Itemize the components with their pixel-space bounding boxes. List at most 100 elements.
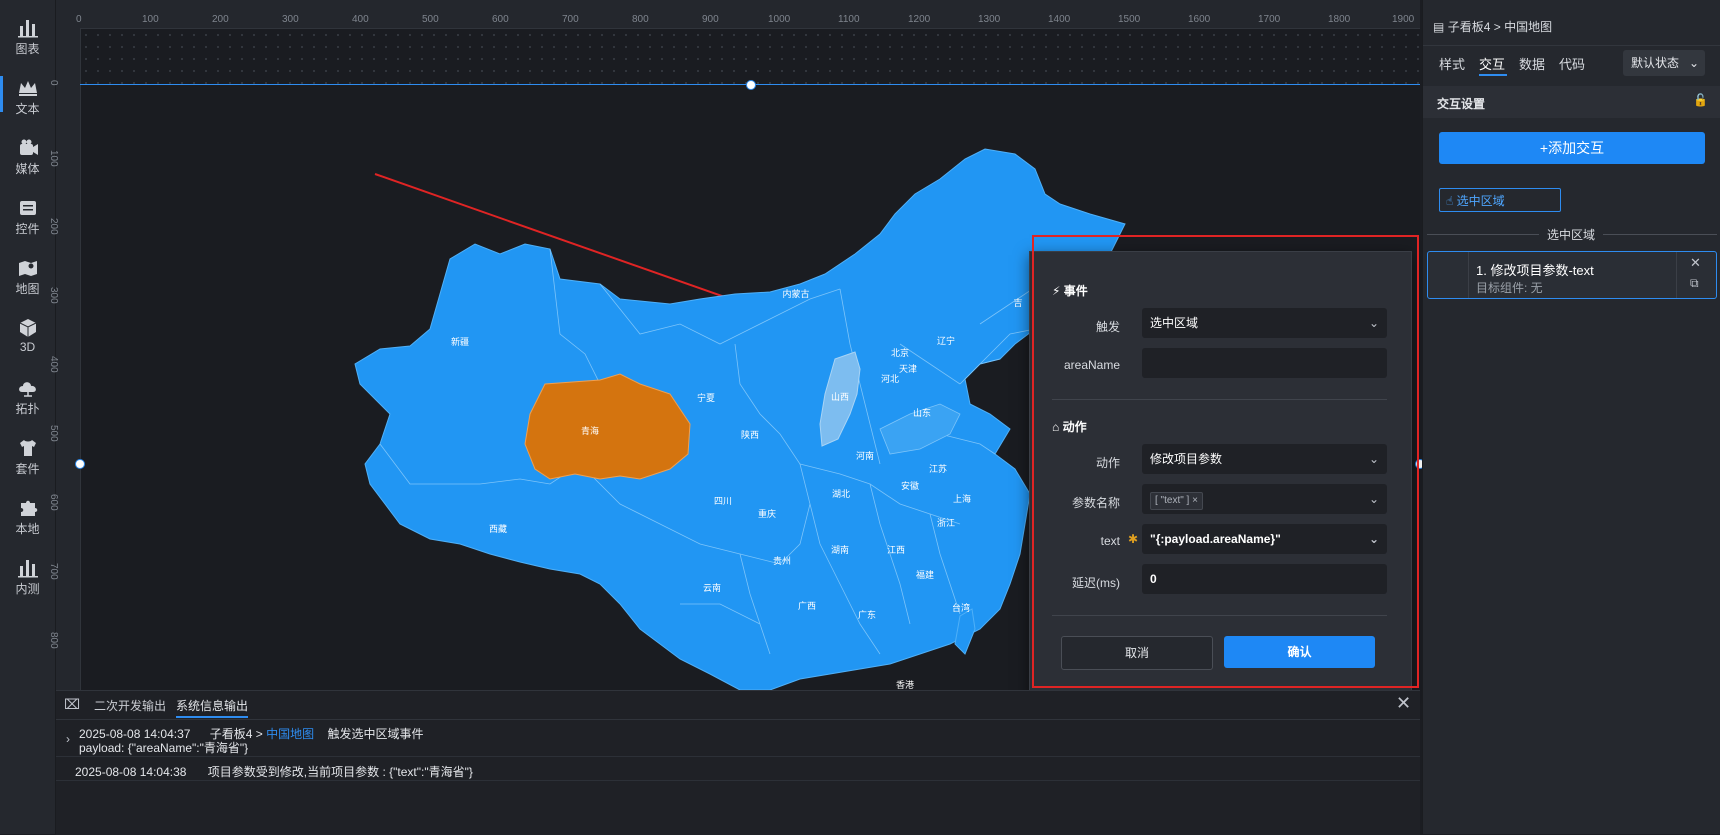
breadcrumb-separator: > — [1493, 20, 1501, 34]
beta-chart-icon — [17, 560, 38, 578]
tool-label: 地图 — [15, 282, 40, 296]
close-icon[interactable]: ✕ — [1690, 255, 1701, 271]
group-title: 选中区域 — [1539, 226, 1604, 243]
tool-label: 3D — [19, 340, 36, 354]
ruler-tick: 800 — [632, 14, 649, 25]
ruler-tick: 0 — [76, 14, 82, 25]
ruler-tick: 500 — [422, 14, 439, 25]
tool-label: 媒体 — [15, 162, 40, 176]
tool-control[interactable]: 控件 — [0, 192, 55, 244]
tab-style[interactable]: 样式 — [1439, 54, 1465, 73]
tool-label: 文本 — [15, 102, 40, 116]
ruler-tick: 1600 — [1188, 14, 1211, 25]
ruler-tick: 1700 — [1258, 14, 1281, 25]
tool-topology[interactable]: 拓扑 — [0, 372, 55, 424]
tool-kit[interactable]: 套件 — [0, 432, 55, 484]
pointer-icon: ☝ — [1446, 194, 1457, 208]
state-select[interactable]: 默认状态 ⌄ — [1623, 50, 1705, 76]
lock-icon[interactable]: 🔓 — [1693, 93, 1708, 107]
tab-system-output[interactable]: 系统信息输出 — [176, 697, 248, 714]
resize-handle-top[interactable] — [746, 80, 756, 90]
document-icon: ▤ — [1433, 20, 1445, 34]
event-chip[interactable]: ☝ 选中区域 — [1439, 188, 1561, 212]
control-icon — [19, 201, 36, 215]
broom-icon[interactable]: ⌧ — [64, 696, 80, 713]
log-message: 项目参数受到修改,当前项目参数 : {"text":"青海省"} — [207, 765, 473, 779]
tab-interaction[interactable]: 交互 — [1479, 54, 1505, 73]
properties-panel: ▤ 子看板4 > 中国地图 样式 交互 数据 代码 默认状态 ⌄ 交互设置 🔓 +… — [1422, 0, 1720, 834]
topology-icon — [18, 382, 36, 397]
shirt-icon — [19, 440, 36, 456]
ruler-tick: 500 — [48, 425, 59, 442]
ruler-tick: 0 — [48, 80, 59, 86]
ruler-tick: 1300 — [978, 14, 1001, 25]
tool-3d[interactable]: 3D — [0, 312, 55, 364]
tool-text[interactable]: 文本 — [0, 72, 55, 124]
log-line-2: 2025-08-08 14:04:38 项目参数受到修改,当前项目参数 : {"… — [75, 763, 473, 780]
tab-code[interactable]: 代码 — [1559, 54, 1585, 73]
section-title: 交互设置 — [1437, 97, 1486, 111]
item-title: 1. 修改项目参数-text — [1476, 263, 1594, 278]
ruler-tick: 1500 — [1118, 14, 1141, 25]
highlight-box — [1032, 235, 1419, 688]
chevron-down-icon: ⌄ — [1688, 56, 1699, 70]
tool-beta[interactable]: 内测 — [0, 552, 55, 604]
log-time: 2025-08-08 14:04:38 — [75, 765, 187, 779]
tool-local[interactable]: 本地 — [0, 492, 55, 544]
close-icon[interactable]: ✕ — [1396, 693, 1411, 714]
tab-dev-output[interactable]: 二次开发输出 — [94, 697, 166, 714]
section-header: 交互设置 🔓 — [1423, 86, 1720, 118]
ruler-tick: 1400 — [1048, 14, 1071, 25]
resize-handle-left[interactable] — [75, 459, 85, 469]
ruler-tick: 900 — [702, 14, 719, 25]
bar-chart-icon — [17, 20, 38, 38]
tab-data[interactable]: 数据 — [1519, 54, 1545, 73]
breadcrumb: ▤ 子看板4 > 中国地图 — [1433, 18, 1552, 35]
tool-label: 套件 — [15, 462, 40, 476]
log-link[interactable]: 中国地图 — [266, 727, 314, 741]
ruler-tick: 100 — [142, 14, 159, 25]
ruler-tick: 1000 — [768, 14, 791, 25]
ruler-tick: 800 — [48, 632, 59, 649]
ruler-tick: 300 — [282, 14, 299, 25]
ruler-tick: 300 — [48, 287, 59, 304]
add-interaction-button[interactable]: +添加交互 — [1439, 132, 1705, 164]
console-panel: ⌧ 二次开发输出 系统信息输出 ✕ › 2025-08-08 14:04:37 … — [56, 690, 1420, 835]
canvas-grid — [80, 29, 1420, 84]
breadcrumb-parent[interactable]: 子看板4 — [1448, 20, 1491, 34]
console-divider — [56, 719, 1420, 720]
chevron-right-icon[interactable]: › — [66, 732, 70, 746]
cube-icon — [19, 319, 36, 337]
tool-chart[interactable]: 图表 — [0, 12, 55, 64]
panel-divider — [1423, 45, 1720, 46]
console-divider — [56, 780, 1420, 781]
breadcrumb-current: 中国地图 — [1504, 20, 1553, 34]
ruler-tick: 400 — [48, 356, 59, 373]
ruler-tick: 1800 — [1328, 14, 1351, 25]
ruler-tick: 400 — [352, 14, 369, 25]
media-icon — [19, 139, 38, 155]
ruler-tick: 700 — [48, 563, 59, 580]
ruler-tick: 600 — [492, 14, 509, 25]
copy-icon[interactable]: ⧉ — [1690, 276, 1699, 291]
component-toolbar: 图表 文本 媒体 控件 地图 3D 拓扑 套件 本地 内测 — [0, 0, 56, 834]
ruler-tick: 700 — [562, 14, 579, 25]
log-message: 触发选中区域事件 — [327, 727, 424, 741]
ruler-tick: 1200 — [908, 14, 931, 25]
log-payload: payload: {"areaName":"青海省"} — [79, 741, 249, 755]
tool-media[interactable]: 媒体 — [0, 132, 55, 184]
item-subtitle: 目标组件: 无 — [1476, 281, 1543, 295]
crown-text-icon — [18, 81, 37, 96]
ruler-horizontal: 0 100 200 300 400 500 600 700 800 900 10… — [76, 0, 1420, 29]
ruler-vertical: 0 100 200 300 400 500 600 700 800 — [48, 0, 81, 690]
console-divider — [56, 756, 1420, 757]
ruler-tick: 1900 — [1392, 14, 1415, 25]
tool-label: 图表 — [15, 42, 40, 56]
tab-active-indicator — [176, 716, 248, 718]
interaction-item[interactable]: 1. 修改项目参数-text 目标组件: 无 ✕ ⧉ — [1427, 251, 1717, 299]
tool-map[interactable]: 地图 — [0, 252, 55, 304]
item-divider — [1468, 252, 1469, 298]
item-divider — [1676, 252, 1677, 298]
tool-label: 拓扑 — [15, 402, 40, 416]
tool-label: 内测 — [15, 582, 40, 596]
